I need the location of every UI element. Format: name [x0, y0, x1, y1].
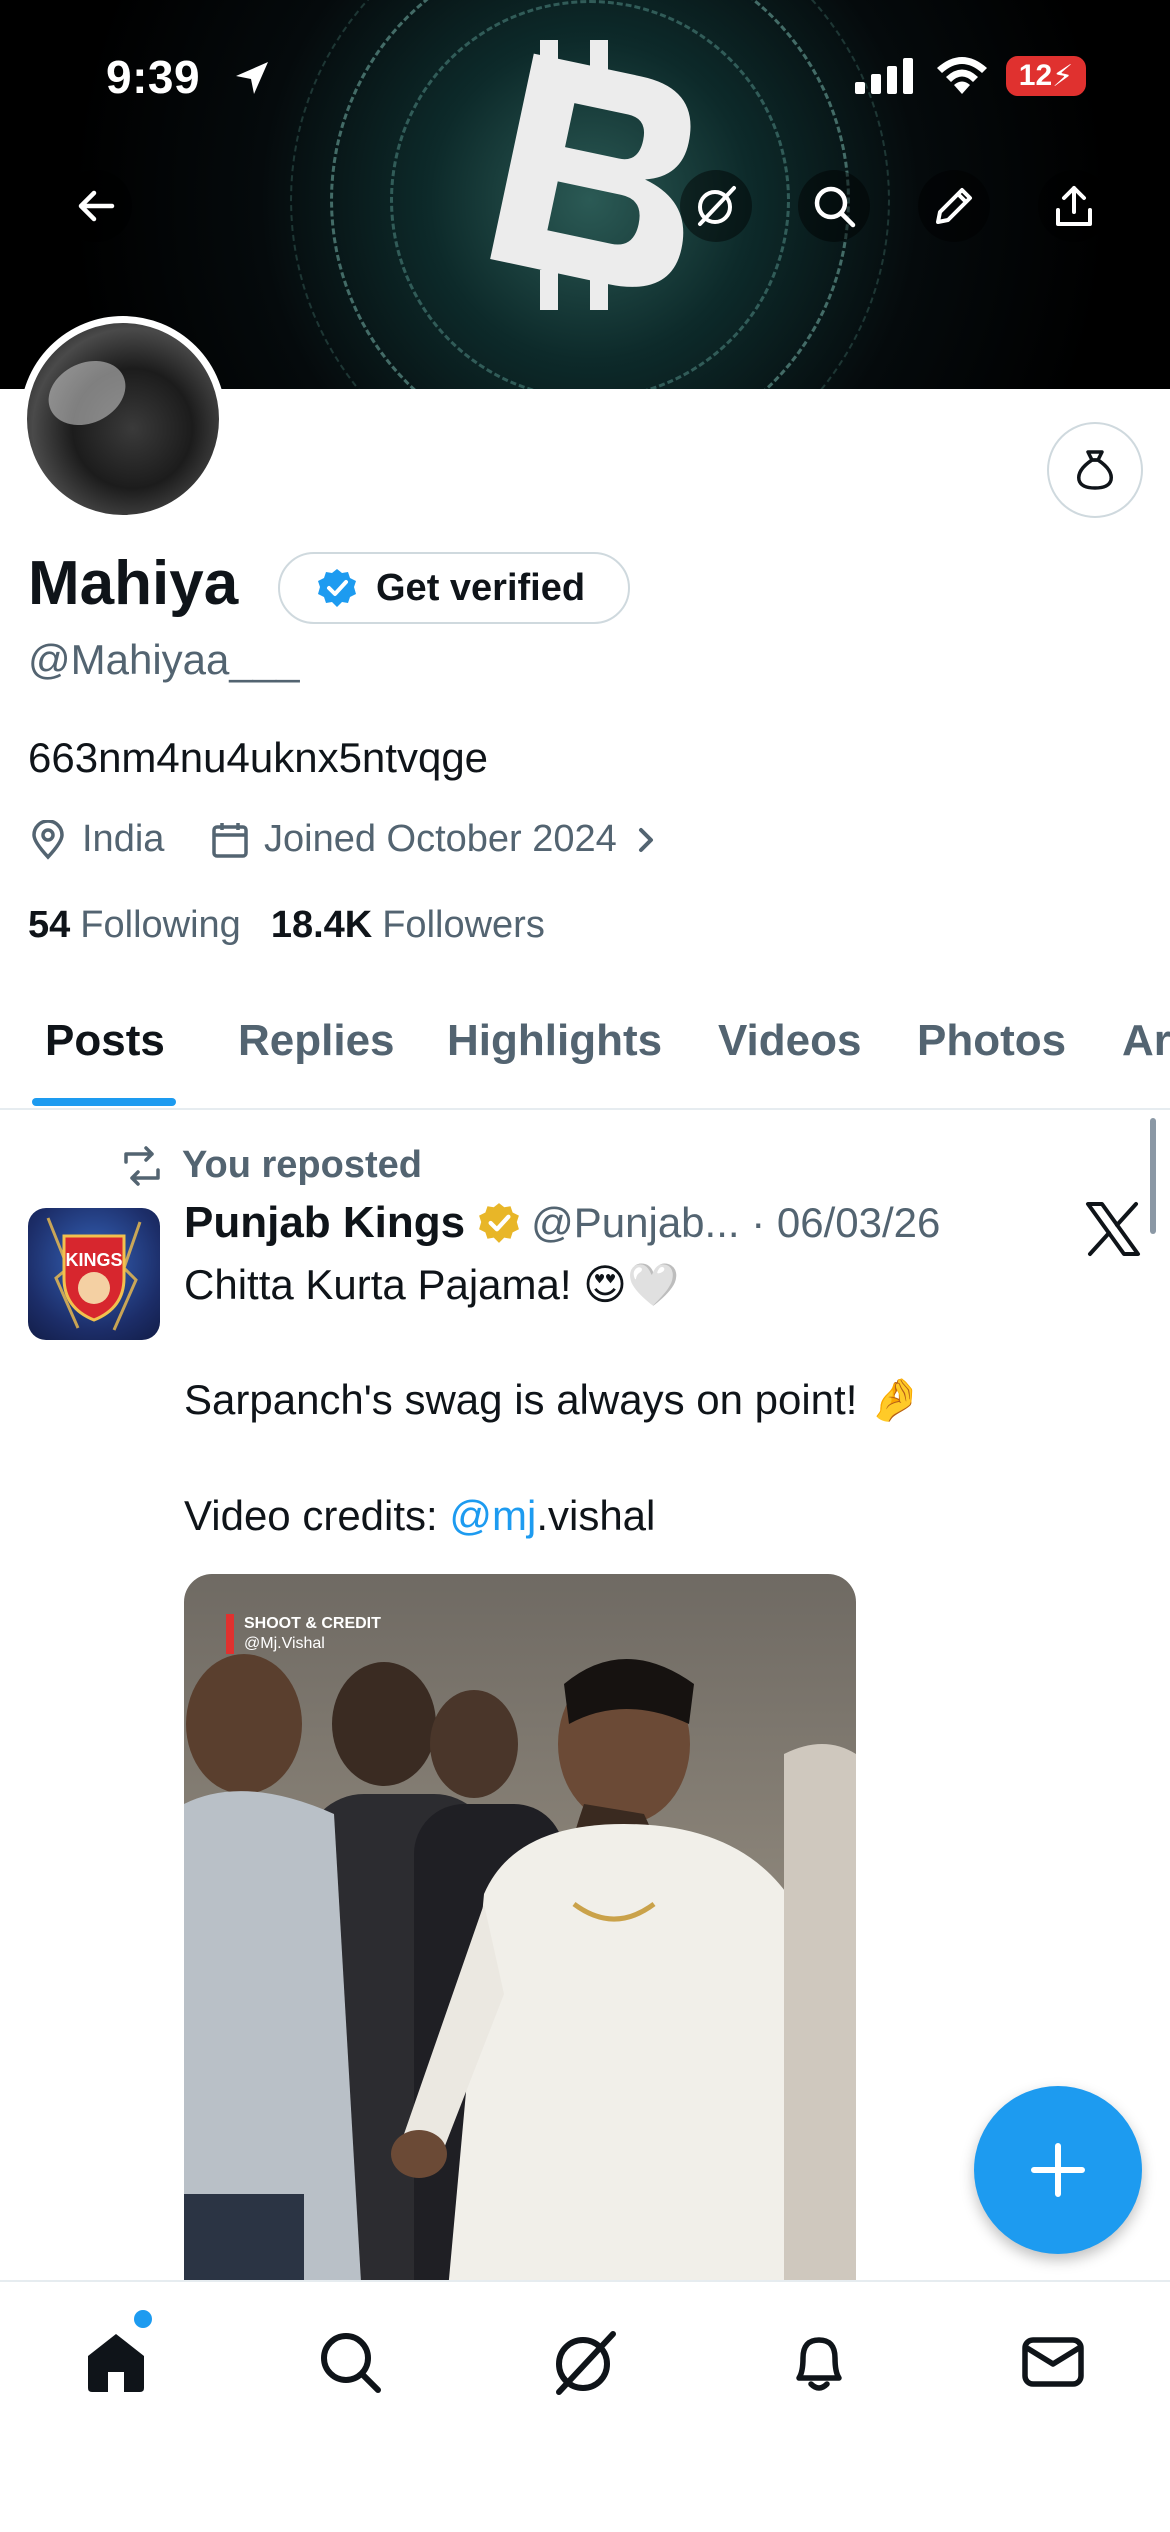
scrollbar[interactable]: [1150, 1118, 1156, 1234]
joined-text: Joined October 2024: [264, 818, 617, 860]
post-author-name[interactable]: Punjab Kings: [184, 1198, 465, 1248]
profile-handle: @Mahiyaa___: [28, 636, 300, 683]
tab-photos[interactable]: Photos: [917, 1016, 1066, 1066]
back-arrow-icon: [78, 190, 115, 222]
followers-label: Followers: [382, 904, 545, 946]
nav-messages[interactable]: [1013, 2322, 1093, 2402]
tab-highlights[interactable]: Highlights: [447, 1016, 662, 1066]
search-icon: [814, 186, 856, 228]
share-icon: [1056, 186, 1092, 226]
search-icon: [321, 2333, 381, 2393]
post-credits-prefix: Video credits:: [184, 1492, 450, 1539]
post-mention-link[interactable]: @mj: [449, 1492, 536, 1539]
repost-indicator: You reposted: [120, 1144, 422, 1187]
profile-joined[interactable]: Joined October 2024: [210, 818, 661, 861]
nav-search[interactable]: [310, 2322, 390, 2402]
plus-icon: [1031, 2143, 1085, 2197]
home-notification-dot: [134, 2310, 152, 2328]
grok-icon: [698, 186, 736, 226]
get-verified-label: Get verified: [376, 566, 586, 609]
following-count: 54: [28, 904, 71, 946]
post-text-line-1: Chitta Kurta Pajama! 😍🤍: [184, 1261, 680, 1308]
grok-analyze-button[interactable]: [1047, 422, 1143, 518]
home-icon: [88, 2334, 144, 2392]
profile-bio: 663nm4nu4uknx5ntvqge: [28, 734, 489, 781]
following-link[interactable]: 54 Following: [28, 904, 241, 947]
pencil-icon: [936, 188, 972, 224]
location-arrow-icon: [236, 62, 268, 94]
punjab-kings-logo: KINGS: [46, 1217, 142, 1331]
calendar-icon: [212, 822, 248, 858]
status-bar: 9:39 12 ⚡: [0, 0, 1170, 150]
post-handle-date: @Punjab... · 06/03/26: [531, 1199, 941, 1246]
repost-icon: [124, 1145, 160, 1186]
nav-notifications[interactable]: [779, 2322, 859, 2402]
battery-level: 12: [1018, 59, 1053, 92]
profile-tabs: Posts Replies Highlights Videos Photos A…: [0, 1004, 1170, 1110]
edit-button[interactable]: [918, 170, 990, 242]
tab-posts[interactable]: Posts: [45, 1016, 165, 1066]
location-text: India: [82, 818, 165, 860]
followers-count: 18.4K: [270, 904, 373, 946]
video-frame-people: [184, 1654, 856, 2334]
grok-button[interactable]: [680, 170, 752, 242]
status-time: 9:39: [106, 51, 201, 103]
post-header: Punjab Kings @Punjab... · 06/03/26: [184, 1198, 940, 1248]
bottom-navigation: [0, 2280, 1170, 2532]
back-button[interactable]: [60, 170, 132, 242]
wifi-icon: [937, 57, 987, 94]
envelope-icon: [1022, 2337, 1084, 2387]
profile-avatar[interactable]: [20, 316, 226, 522]
followers-link[interactable]: 18.4K Followers: [271, 904, 545, 947]
tab-replies[interactable]: Replies: [238, 1016, 395, 1066]
post-author-avatar[interactable]: KINGS: [28, 1208, 160, 1340]
cellular-signal-icon: [855, 58, 913, 94]
post-text-line-2: Sarpanch's swag is always on point! 🤌: [184, 1376, 922, 1423]
bell-icon: [796, 2337, 842, 2391]
punjab-kings-logo-text: KINGS: [65, 1250, 122, 1270]
profile-location: India: [28, 818, 164, 861]
get-verified-button[interactable]: Get verified: [278, 552, 630, 624]
battery-indicator: 12 ⚡: [1006, 56, 1086, 96]
search-button[interactable]: [798, 170, 870, 242]
location-pin-icon: [32, 819, 64, 860]
nav-grok[interactable]: [545, 2322, 625, 2402]
profile-stats: 54 Following 18.4K Followers: [28, 904, 545, 947]
following-label: Following: [80, 904, 241, 946]
share-button[interactable]: [1038, 170, 1110, 242]
grok-icon: [556, 2331, 616, 2395]
repost-label: You reposted: [182, 1144, 422, 1186]
active-tab-indicator: [32, 1098, 176, 1106]
verified-badge-icon: [318, 569, 356, 607]
nav-home[interactable]: [76, 2322, 156, 2402]
chevron-right-icon: [638, 827, 653, 852]
x-logo-icon[interactable]: [1084, 1200, 1142, 1258]
post-text-line-3: Video credits: @mj.vishal: [184, 1492, 655, 1540]
post-credits-suffix: .vishal: [536, 1492, 656, 1539]
post-media-video[interactable]: SHOOT & CREDIT @Mj.Vishal: [184, 1574, 856, 2334]
verified-gold-badge-icon: [479, 1203, 520, 1243]
compose-post-button[interactable]: [974, 2086, 1142, 2254]
money-bag-icon: [1077, 450, 1113, 490]
profile-name: Mahiya: [28, 549, 239, 618]
tab-videos[interactable]: Videos: [718, 1016, 861, 1066]
tab-articles[interactable]: Ar: [1122, 1016, 1170, 1066]
